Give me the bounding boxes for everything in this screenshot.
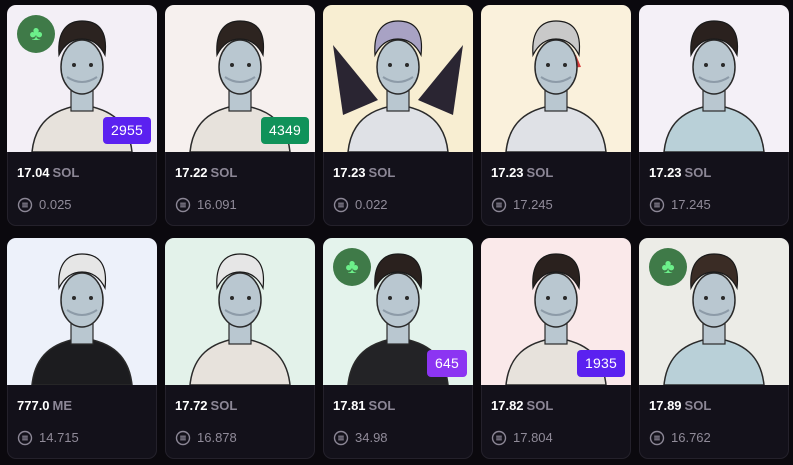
price-value: 17.81 xyxy=(333,398,366,413)
last-sale-value: 17.804 xyxy=(513,430,553,445)
price-row: 17.89 SOL xyxy=(649,397,779,415)
price-value: 17.82 xyxy=(491,398,524,413)
listing-info: 17.82 SOL 17.804 xyxy=(481,385,631,447)
nft-image[interactable]: 4349 xyxy=(165,5,315,152)
price-currency: SOL xyxy=(52,165,80,180)
coin-stack-icon xyxy=(491,430,513,446)
listing-info: 777.0 ME 14.715 xyxy=(7,385,157,447)
price-currency: ME xyxy=(52,398,73,413)
nft-image[interactable]: ♣ 2955 xyxy=(7,5,157,152)
last-sale-value: 16.762 xyxy=(671,430,711,445)
nft-image[interactable]: ♣ 645 xyxy=(323,238,473,385)
last-sale-row: 34.98 xyxy=(333,429,463,447)
listing-card[interactable]: 17.23 SOL 0.022 xyxy=(323,5,473,226)
coin-stack-icon xyxy=(649,197,671,213)
last-sale-value: 0.022 xyxy=(355,197,388,212)
nft-image[interactable] xyxy=(481,5,631,152)
price-row: 17.82 SOL xyxy=(491,397,621,415)
price-row: 17.04 SOL xyxy=(17,164,147,182)
last-sale-value: 16.878 xyxy=(197,430,237,445)
clover-icon: ♣ xyxy=(649,248,687,286)
nft-image[interactable] xyxy=(7,238,157,385)
clover-icon: ♣ xyxy=(333,248,371,286)
price-value: 17.23 xyxy=(333,165,366,180)
clover-icon: ♣ xyxy=(17,15,55,53)
price-currency: SOL xyxy=(684,165,712,180)
nft-image[interactable]: 1935 xyxy=(481,238,631,385)
last-sale-row: 0.022 xyxy=(333,196,463,214)
listing-info: 17.81 SOL 34.98 xyxy=(323,385,473,447)
listing-grid: ♣ 2955 17.04 SOL 0.025 4349 17.22 SOL 16.091 17.2… xyxy=(7,5,789,459)
price-value: 17.04 xyxy=(17,165,50,180)
coin-stack-icon xyxy=(175,430,197,446)
price-row: 17.22 SOL xyxy=(175,164,305,182)
nft-image[interactable] xyxy=(639,5,789,152)
price-value: 17.23 xyxy=(649,165,682,180)
price-currency: SOL xyxy=(210,165,238,180)
nft-image[interactable]: ♣ xyxy=(639,238,789,385)
listing-card[interactable]: 4349 17.22 SOL 16.091 xyxy=(165,5,315,226)
coin-stack-icon xyxy=(17,197,39,213)
listing-card[interactable]: ♣ 645 17.81 SOL 34.98 xyxy=(323,238,473,459)
listing-info: 17.23 SOL 17.245 xyxy=(481,152,631,214)
price-value: 17.22 xyxy=(175,165,208,180)
price-row: 17.72 SOL xyxy=(175,397,305,415)
listing-card[interactable]: 17.23 SOL 17.245 xyxy=(639,5,789,226)
listing-card[interactable]: 17.72 SOL 16.878 xyxy=(165,238,315,459)
listing-card[interactable]: ♣ 2955 17.04 SOL 0.025 xyxy=(7,5,157,226)
last-sale-row: 17.245 xyxy=(491,196,621,214)
last-sale-value: 14.715 xyxy=(39,430,79,445)
listing-card[interactable]: 777.0 ME 14.715 xyxy=(7,238,157,459)
listing-card[interactable]: 1935 17.82 SOL 17.804 xyxy=(481,238,631,459)
rarity-rank-badge: 2955 xyxy=(103,117,151,144)
last-sale-row: 16.878 xyxy=(175,429,305,447)
coin-stack-icon xyxy=(333,430,355,446)
last-sale-row: 17.245 xyxy=(649,196,779,214)
price-currency: SOL xyxy=(526,165,554,180)
listing-info: 17.22 SOL 16.091 xyxy=(165,152,315,214)
price-row: 17.23 SOL xyxy=(333,164,463,182)
listing-card[interactable]: ♣ 17.89 SOL 16.762 xyxy=(639,238,789,459)
nft-image[interactable] xyxy=(165,238,315,385)
listing-info: 17.23 SOL 0.022 xyxy=(323,152,473,214)
last-sale-row: 16.762 xyxy=(649,429,779,447)
price-currency: SOL xyxy=(368,165,396,180)
rarity-rank-badge: 4349 xyxy=(261,117,309,144)
price-row: 777.0 ME xyxy=(17,397,147,415)
coin-stack-icon xyxy=(649,430,671,446)
price-value: 17.23 xyxy=(491,165,524,180)
last-sale-value: 17.245 xyxy=(671,197,711,212)
last-sale-value: 34.98 xyxy=(355,430,388,445)
coin-stack-icon xyxy=(491,197,513,213)
price-currency: SOL xyxy=(684,398,712,413)
price-currency: SOL xyxy=(368,398,396,413)
coin-stack-icon xyxy=(175,197,197,213)
price-value: 777.0 xyxy=(17,398,50,413)
listing-info: 17.23 SOL 17.245 xyxy=(639,152,789,214)
price-currency: SOL xyxy=(210,398,238,413)
nft-image[interactable] xyxy=(323,5,473,152)
last-sale-value: 16.091 xyxy=(197,197,237,212)
last-sale-value: 0.025 xyxy=(39,197,72,212)
rarity-rank-badge: 1935 xyxy=(577,350,625,377)
price-row: 17.23 SOL xyxy=(649,164,779,182)
price-row: 17.81 SOL xyxy=(333,397,463,415)
listing-info: 17.04 SOL 0.025 xyxy=(7,152,157,214)
price-row: 17.23 SOL xyxy=(491,164,621,182)
last-sale-row: 0.025 xyxy=(17,196,147,214)
listing-info: 17.89 SOL 16.762 xyxy=(639,385,789,447)
coin-stack-icon xyxy=(333,197,355,213)
coin-stack-icon xyxy=(17,430,39,446)
last-sale-row: 16.091 xyxy=(175,196,305,214)
listing-card[interactable]: 17.23 SOL 17.245 xyxy=(481,5,631,226)
rarity-rank-badge: 645 xyxy=(427,350,467,377)
last-sale-row: 17.804 xyxy=(491,429,621,447)
last-sale-row: 14.715 xyxy=(17,429,147,447)
last-sale-value: 17.245 xyxy=(513,197,553,212)
price-currency: SOL xyxy=(526,398,554,413)
price-value: 17.72 xyxy=(175,398,208,413)
price-value: 17.89 xyxy=(649,398,682,413)
listing-info: 17.72 SOL 16.878 xyxy=(165,385,315,447)
